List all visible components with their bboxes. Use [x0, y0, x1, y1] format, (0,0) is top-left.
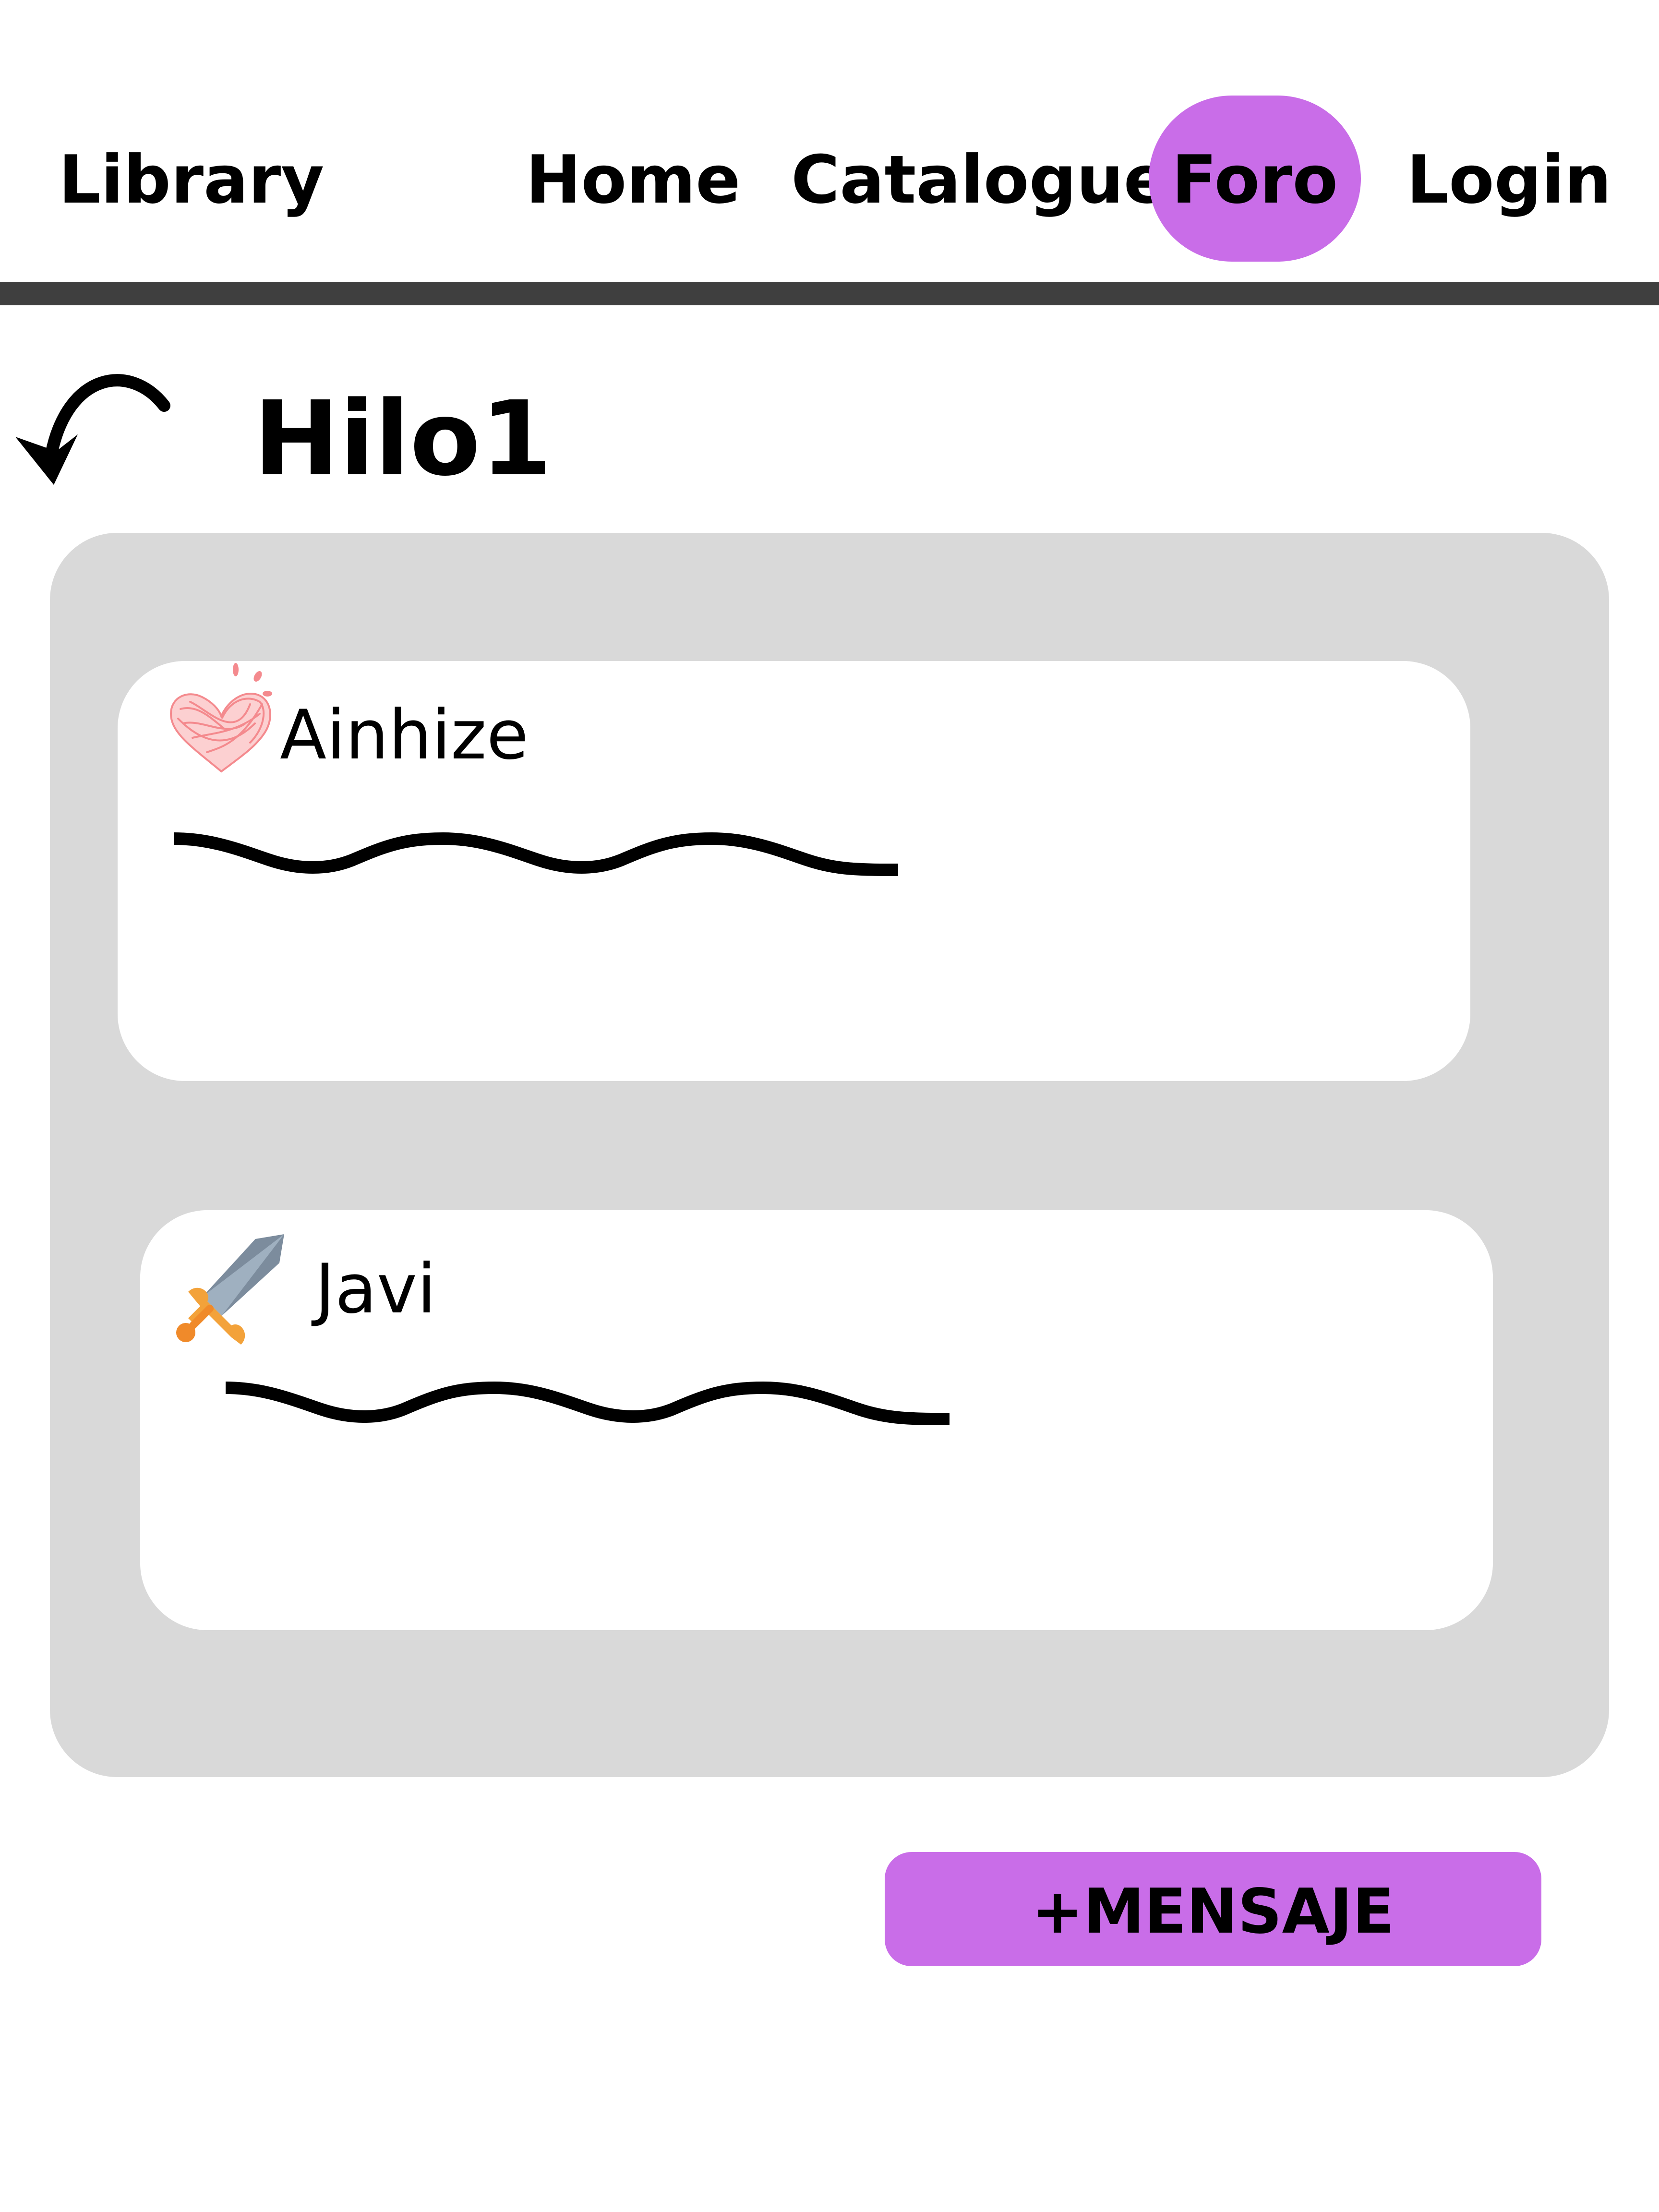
back-button[interactable]	[11, 367, 171, 487]
wavy-line-placeholder-icon	[226, 1381, 950, 1425]
brand-title[interactable]: Library	[59, 139, 324, 221]
message-card: Javi	[140, 1210, 1493, 1630]
sword-icon	[176, 1234, 284, 1345]
curved-back-arrow-icon	[15, 374, 170, 485]
nav-item-home[interactable]: Home	[526, 139, 741, 221]
scribbled-heart-icon	[169, 663, 272, 773]
nav-item-foro[interactable]: Foro	[1149, 96, 1361, 262]
message-author: Javi	[315, 1250, 436, 1329]
message-author: Ainhize	[280, 696, 529, 775]
nav-divider	[0, 282, 1659, 305]
new-message-label: +MENSAJE	[1032, 1876, 1395, 1948]
nav-item-catalogue[interactable]: Catalogue	[791, 139, 1168, 221]
thread-title: Hilo1	[253, 379, 552, 499]
nav-item-login[interactable]: Login	[1407, 139, 1611, 221]
message-card: Ainhize	[118, 661, 1470, 1081]
wavy-line-placeholder-icon	[174, 832, 899, 876]
new-message-button[interactable]: +MENSAJE	[885, 1852, 1541, 1966]
nav-item-foro-label: Foro	[1171, 141, 1338, 218]
